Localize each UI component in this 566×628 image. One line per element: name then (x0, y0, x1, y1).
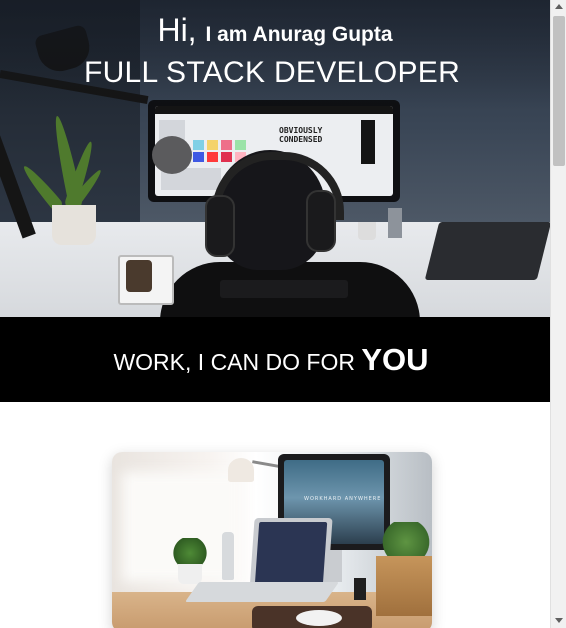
work-section-title: WORK, I CAN DO FOR YOU (0, 340, 542, 382)
headphone-right (306, 190, 336, 252)
phone (126, 260, 152, 292)
laptop-base (184, 582, 340, 602)
desk-device (388, 208, 402, 238)
mouse (296, 610, 342, 626)
screen-heading: OBVIOUSLY CONDENSED (279, 126, 323, 144)
water-bottle (222, 532, 234, 580)
work-title-emphasis: YOU (361, 342, 429, 377)
vertical-scrollbar[interactable] (550, 0, 566, 628)
wall-lamp (228, 458, 254, 482)
hero-greeting: Hi, I am Anurag Gupta (0, 12, 550, 53)
color-swatch (221, 140, 232, 150)
monitor-wallpaper-text: WORKHARD ANYWHERE (304, 496, 382, 502)
laptop-screen (254, 522, 328, 586)
microphone (152, 136, 192, 174)
scroll-down-arrow-icon[interactable] (555, 618, 563, 623)
mini-plant (358, 222, 376, 240)
wooden-planter (376, 556, 432, 616)
color-swatch (235, 140, 246, 150)
color-swatch (221, 152, 232, 162)
plant-pot (52, 205, 96, 245)
developer-name: I am Anurag Gupta (205, 23, 393, 46)
scrollbar-thumb[interactable] (553, 16, 565, 166)
headphone-left (205, 195, 235, 257)
keyboard (220, 280, 348, 298)
closed-laptop (424, 222, 550, 280)
color-swatch (193, 152, 204, 162)
developer-role: FULL STACK DEVELOPER (83, 56, 461, 89)
greeting-word: Hi, (157, 12, 197, 48)
color-swatch (193, 140, 204, 150)
work-title-text: WORK, I CAN DO FOR (113, 349, 355, 375)
work-card-image[interactable]: WORKHARD ANYWHERE (112, 452, 432, 628)
scroll-up-arrow-icon[interactable] (555, 4, 563, 9)
color-swatch (207, 140, 218, 150)
pen-holder (354, 578, 366, 600)
small-plant-pot (178, 564, 202, 584)
hero-section: OBVIOUSLY CONDENSED Hi, I am Anurag Gupt… (0, 0, 550, 317)
portfolio-page: OBVIOUSLY CONDENSED Hi, I am Anurag Gupt… (0, 0, 550, 628)
screen-sidebar (361, 120, 375, 164)
color-swatch (207, 152, 218, 162)
